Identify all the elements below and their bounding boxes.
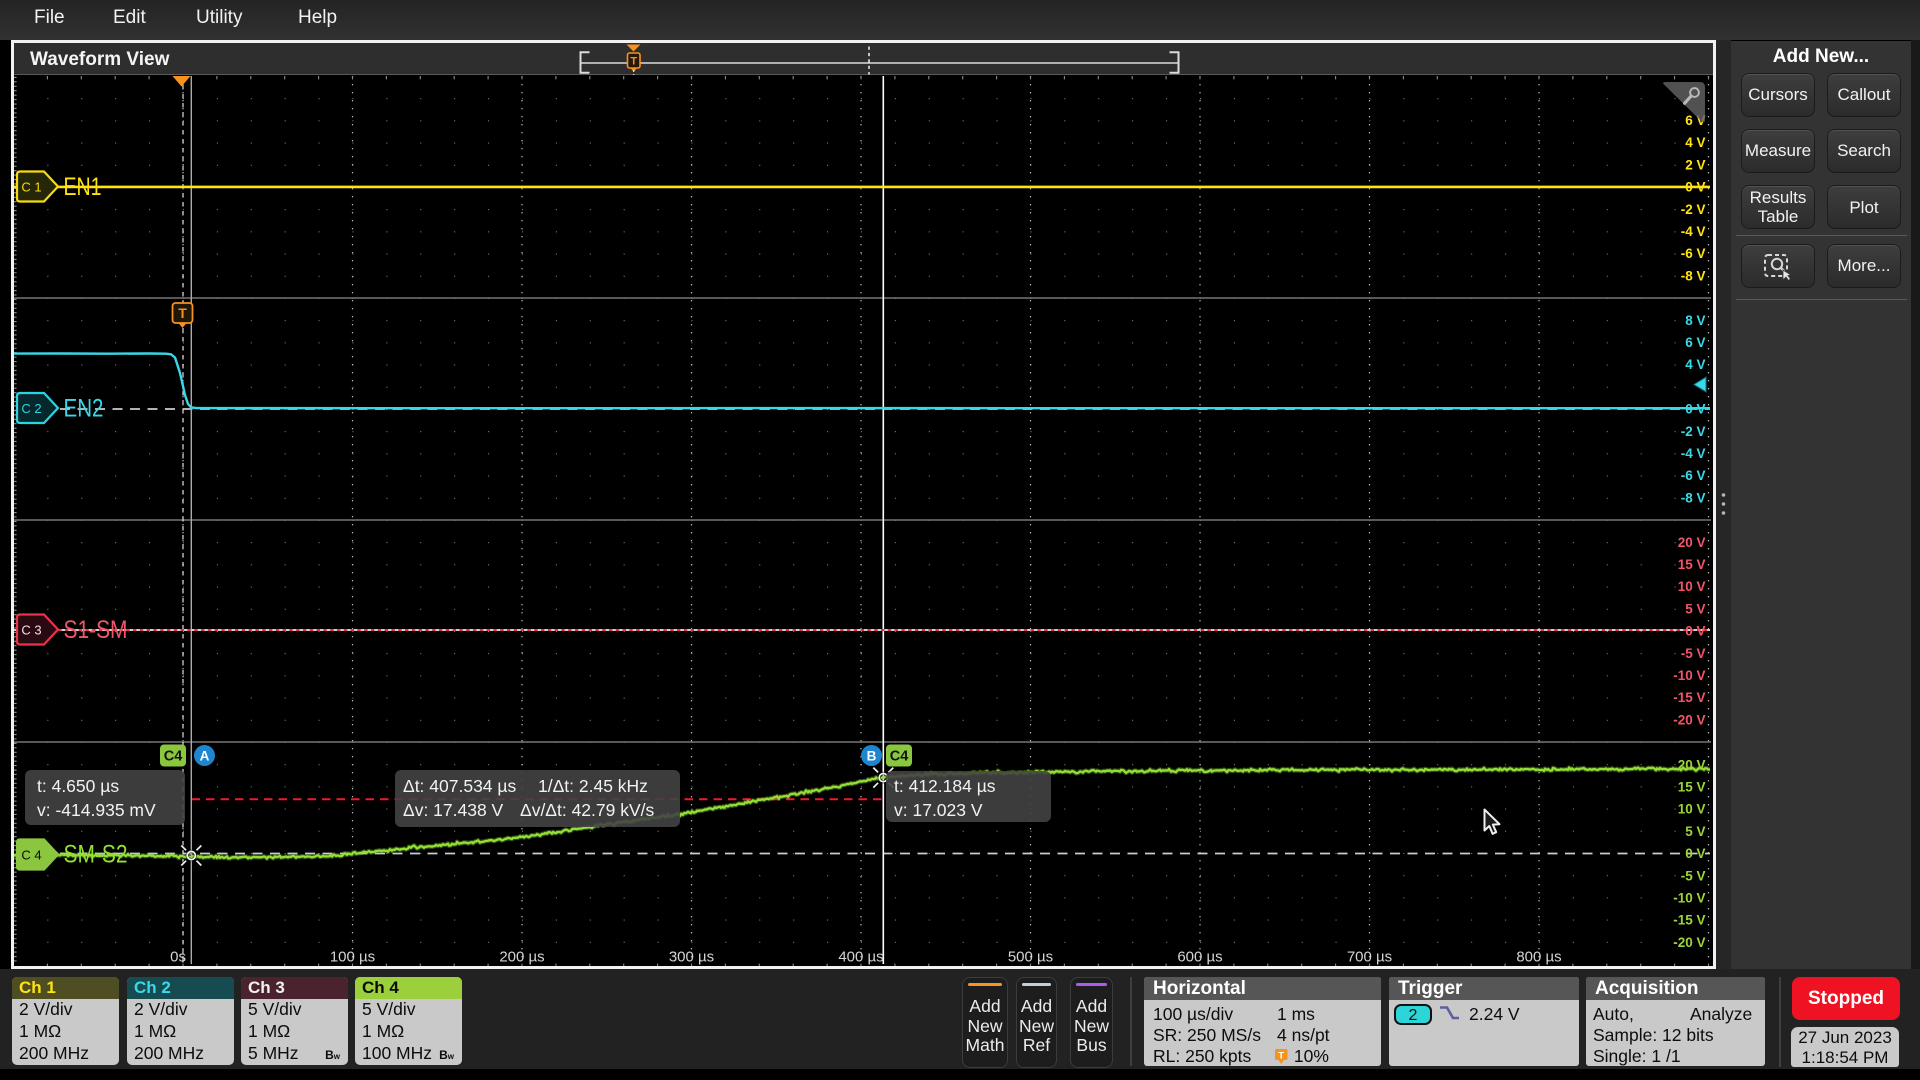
svg-text:-5 V: -5 V: [1681, 646, 1706, 661]
svg-text:5 V: 5 V: [1685, 824, 1705, 839]
svg-text:600 µs: 600 µs: [1177, 949, 1222, 966]
svg-text:S1-SM: S1-SM: [64, 616, 128, 644]
svg-text:-4 V: -4 V: [1681, 224, 1706, 239]
svg-text:10 V: 10 V: [1678, 802, 1706, 817]
svg-text:-8 V: -8 V: [1681, 268, 1706, 283]
svg-text:20 V: 20 V: [1678, 757, 1706, 772]
svg-text:-8 V: -8 V: [1681, 490, 1706, 505]
svg-text:-10 V: -10 V: [1673, 891, 1705, 906]
svg-text:15 V: 15 V: [1678, 557, 1706, 572]
svg-text:15 V: 15 V: [1678, 780, 1706, 795]
svg-text:T: T: [178, 305, 187, 321]
svg-text:C 4: C 4: [21, 848, 41, 863]
svg-text:T: T: [1278, 1051, 1284, 1062]
svg-text:0 V: 0 V: [1685, 402, 1705, 417]
svg-text:-5 V: -5 V: [1681, 868, 1706, 883]
svg-text:-4 V: -4 V: [1681, 446, 1706, 461]
svg-text:T: T: [630, 56, 637, 68]
svg-text:2: 2: [1409, 1007, 1418, 1024]
svg-text:2 V: 2 V: [1685, 157, 1705, 172]
svg-text:8 V: 8 V: [1685, 313, 1705, 328]
svg-text:0s: 0s: [170, 949, 186, 966]
svg-text:700 µs: 700 µs: [1347, 949, 1392, 966]
svg-text:-2 V: -2 V: [1681, 202, 1706, 217]
svg-text:800 µs: 800 µs: [1516, 949, 1561, 966]
svg-text:EN2: EN2: [64, 395, 104, 423]
svg-text:20 V: 20 V: [1678, 535, 1706, 550]
svg-text:C4: C4: [890, 749, 909, 765]
svg-text:10 V: 10 V: [1678, 579, 1706, 594]
svg-text:0 V: 0 V: [1685, 180, 1705, 195]
svg-text:-15 V: -15 V: [1673, 913, 1705, 928]
svg-text:C4: C4: [164, 749, 183, 765]
svg-text:4 V: 4 V: [1685, 357, 1705, 372]
svg-text:0 V: 0 V: [1685, 846, 1705, 861]
svg-text:A: A: [200, 749, 210, 764]
svg-text:-6 V: -6 V: [1681, 246, 1706, 261]
svg-text:500 µs: 500 µs: [1008, 949, 1053, 966]
svg-text:SM-S2: SM-S2: [64, 841, 128, 869]
svg-text:-10 V: -10 V: [1673, 668, 1705, 683]
svg-text:300 µs: 300 µs: [669, 949, 714, 966]
svg-text:100 µs: 100 µs: [330, 949, 375, 966]
svg-text:-15 V: -15 V: [1673, 690, 1705, 705]
svg-text:-20 V: -20 V: [1673, 712, 1705, 727]
svg-text:EN1: EN1: [64, 173, 102, 201]
svg-text:400 µs: 400 µs: [838, 949, 883, 966]
svg-text:5 V: 5 V: [1685, 601, 1705, 616]
svg-text:-20 V: -20 V: [1673, 935, 1705, 950]
svg-text:0 V: 0 V: [1685, 624, 1705, 639]
svg-text:B: B: [867, 749, 877, 764]
svg-text:-2 V: -2 V: [1681, 424, 1706, 439]
svg-text:6 V: 6 V: [1685, 335, 1705, 350]
svg-text:4 V: 4 V: [1685, 135, 1705, 150]
svg-text:C 2: C 2: [21, 401, 41, 416]
svg-text:C 1: C 1: [21, 180, 41, 195]
svg-text:200 µs: 200 µs: [499, 949, 544, 966]
svg-text:C 3: C 3: [21, 623, 41, 638]
svg-text:-6 V: -6 V: [1681, 468, 1706, 483]
